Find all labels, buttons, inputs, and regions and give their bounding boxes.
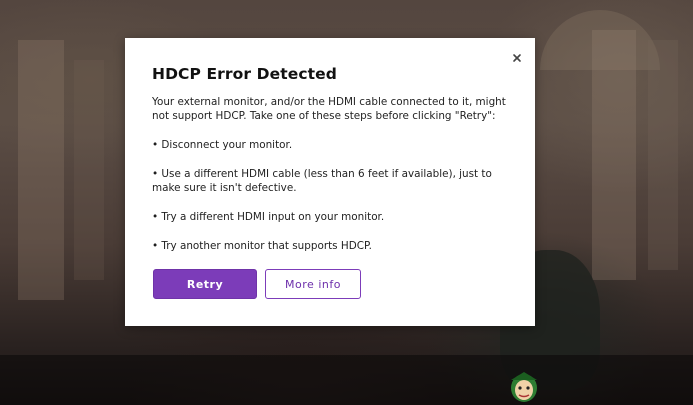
hdcp-error-dialog: HDCP Error Detected Your external monito… (125, 38, 535, 326)
dialog-actions: Retry More info (153, 269, 361, 299)
step-item: • Try another monitor that supports HDCP… (152, 240, 372, 252)
close-icon[interactable] (511, 52, 523, 64)
step-item: • Disconnect your monitor. (152, 139, 293, 151)
watermark-logo-icon (511, 372, 537, 402)
background-pillar (592, 30, 636, 280)
dialog-intro: Your external monitor, and/or the HDMI c… (152, 96, 506, 122)
background-floor (0, 355, 693, 405)
step-item: • Try a different HDMI input on your mon… (152, 211, 385, 223)
dialog-title: HDCP Error Detected (152, 65, 337, 83)
more-info-button[interactable]: More info (265, 269, 361, 299)
background-scene: HDCP Error Detected Your external monito… (0, 0, 693, 405)
retry-button[interactable]: Retry (153, 269, 257, 299)
background-pillar (74, 60, 104, 280)
dialog-body: Your external monitor, and/or the HDMI c… (152, 95, 522, 268)
background-pillar (648, 40, 678, 270)
step-item: • Use a different HDMI cable (less than … (152, 168, 492, 194)
background-pillar (18, 40, 64, 300)
